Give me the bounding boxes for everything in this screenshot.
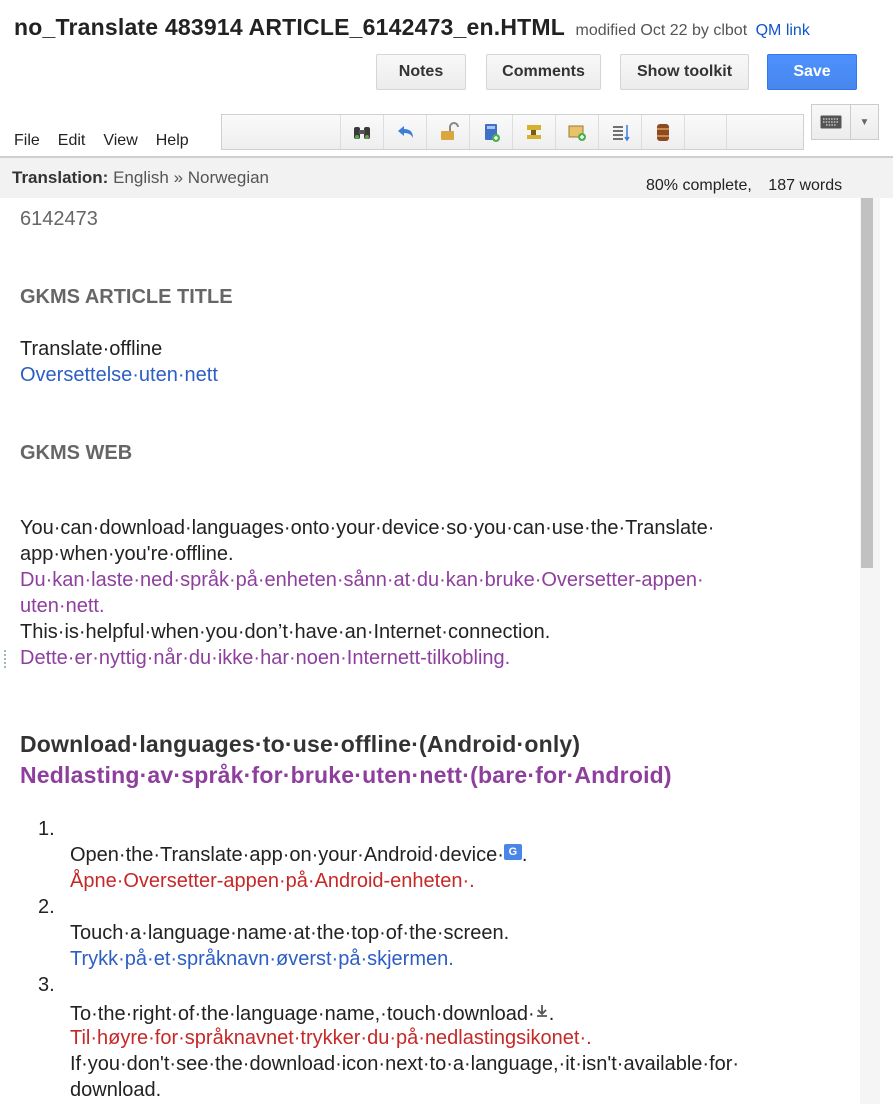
undo-icon[interactable] — [383, 115, 426, 149]
step-text-end: . — [521, 844, 528, 866]
percent-complete: 80% complete, — [646, 177, 752, 194]
source-segment[interactable]: If·you·don't·see·the·download·icon·next·… — [70, 1053, 739, 1076]
menu-edit[interactable]: Edit — [58, 132, 86, 150]
translation-heading: Translation: — [12, 168, 109, 187]
download-icon — [535, 1001, 549, 1024]
source-segment[interactable]: Open·the·Translate·app·on·your·Android·d… — [70, 844, 527, 867]
source-segment[interactable]: You·can·download·languages·onto·your·dev… — [20, 517, 714, 540]
chevron-down-icon[interactable]: ▼ — [850, 105, 878, 139]
notes-button[interactable]: Notes — [376, 54, 466, 90]
source-segment[interactable]: This·is·helpful·when·you·don’t·have·an·I… — [20, 621, 550, 644]
modified-info: modified Oct 22 by clbot — [575, 22, 748, 39]
section-heading-web: GKMS WEB — [20, 442, 133, 464]
binoculars-icon[interactable] — [340, 115, 383, 149]
segment-marker — [4, 650, 6, 668]
target-segment[interactable]: Dette·er·nyttig·når·du·ikke·har·noen·Int… — [20, 647, 510, 670]
qm-link[interactable]: QM link — [756, 22, 810, 39]
target-segment[interactable]: Til·høyre·for·språknavnet·trykker·du·på·… — [70, 1027, 592, 1050]
step-text: Open·the·Translate·app·on·your·Android·d… — [70, 844, 504, 866]
target-segment[interactable]: Trykk·på·et·språknavn·øverst·på·skjermen… — [70, 948, 454, 971]
list-number: 1. — [38, 818, 55, 840]
unlock-icon[interactable] — [426, 115, 469, 149]
document-title: no_Translate 483914 ARTICLE_6142473_en.H… — [14, 14, 566, 40]
source-heading[interactable]: Download·languages·to·use·offline·(Andro… — [20, 731, 580, 758]
step-text-end: . — [548, 1003, 555, 1025]
menu-view[interactable]: View — [103, 132, 137, 150]
show-toolkit-button[interactable]: Show toolkit — [620, 54, 749, 90]
article-id: 6142473 — [20, 208, 98, 230]
list-number: 3. — [38, 974, 55, 996]
target-segment[interactable]: uten·nett. — [20, 595, 105, 618]
book-icon[interactable] — [469, 115, 512, 149]
source-segment[interactable]: Touch·a·language·name·at·the·top·of·the·… — [70, 922, 509, 945]
source-segment[interactable]: Translate·offline — [20, 338, 162, 361]
comments-button[interactable]: Comments — [486, 54, 601, 90]
target-segment[interactable]: Åpne·Oversetter-appen·på·Android-enheten… — [70, 870, 475, 893]
section-heading-title: GKMS ARTICLE TITLE — [20, 286, 233, 308]
puzzle-icon[interactable] — [512, 115, 555, 149]
add-image-icon[interactable] — [555, 115, 598, 149]
toolbar-spacer — [684, 115, 727, 149]
barrel-icon[interactable] — [641, 115, 684, 149]
source-segment[interactable]: app·when·you're·offline. — [20, 543, 234, 566]
source-segment[interactable]: To·the·right·of·the·language·name,·touch… — [70, 1001, 554, 1026]
word-count: 187 words — [768, 177, 843, 194]
editor-content[interactable]: 6142473 GKMS ARTICLE TITLE Translate·off… — [10, 198, 860, 1104]
target-segment[interactable]: Oversettelse·uten·nett — [20, 364, 218, 387]
translation-label: Translation: English » Norwegian — [12, 168, 269, 188]
translate-app-icon: G — [503, 844, 522, 860]
list-number: 2. — [38, 896, 55, 918]
language-pair: English » Norwegian — [113, 168, 270, 187]
keyboard-icon — [812, 115, 850, 129]
target-segment[interactable]: Du·kan·laste·ned·språk·på·enheten·sånn·a… — [20, 569, 704, 592]
source-segment[interactable]: download. — [70, 1079, 161, 1102]
save-button[interactable]: Save — [767, 54, 857, 90]
target-heading[interactable]: Nedlasting·av·språk·for·bruke·uten·nett·… — [20, 762, 672, 789]
step-text: To·the·right·of·the·language·name,·touch… — [70, 1003, 535, 1025]
menu-bar: File Edit View Help — [14, 132, 189, 150]
menu-file[interactable]: File — [14, 132, 40, 150]
toolbar — [221, 114, 804, 150]
keyboard-selector[interactable]: ▼ — [811, 104, 879, 140]
scrollbar-thumb[interactable] — [861, 198, 873, 568]
translation-progress: 80% complete, 187 words — [646, 177, 842, 195]
sort-lines-icon[interactable] — [598, 115, 641, 149]
title-row: no_Translate 483914 ARTICLE_6142473_en.H… — [14, 14, 893, 41]
menu-help[interactable]: Help — [156, 132, 189, 150]
